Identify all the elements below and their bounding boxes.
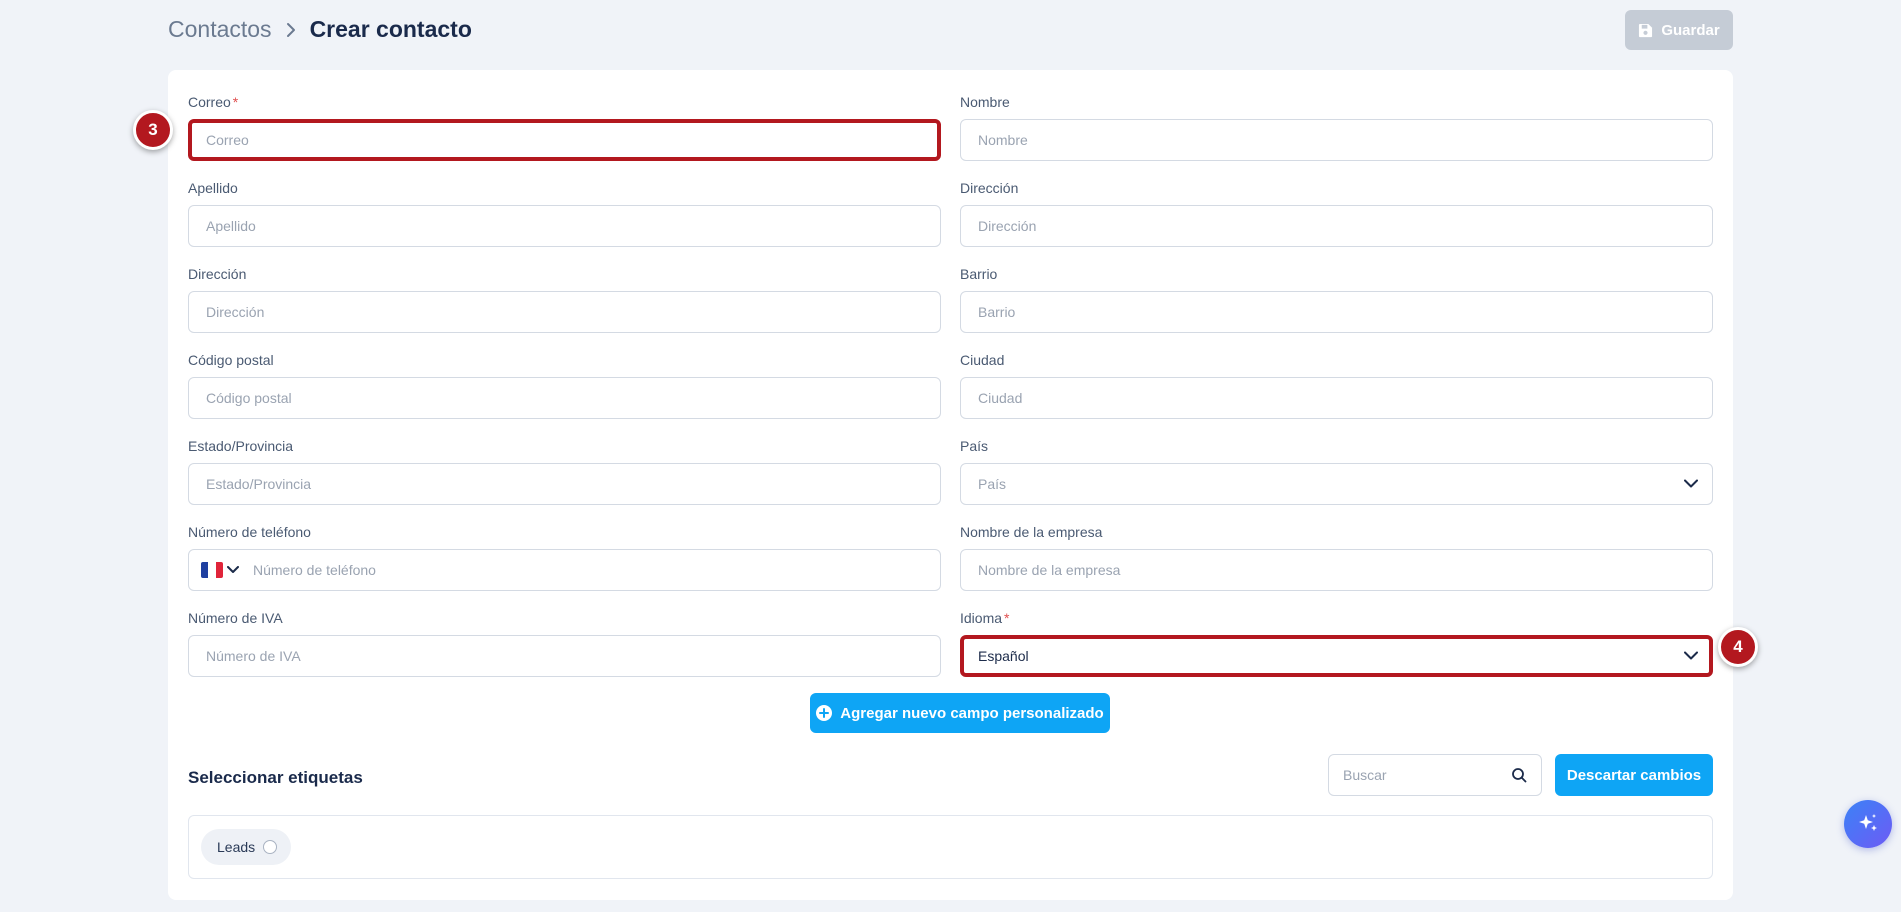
breadcrumb-contactos[interactable]: Contactos: [168, 16, 272, 43]
field-label-telefono: Número de teléfono: [188, 524, 311, 540]
field-label-barrio: Barrio: [960, 266, 998, 282]
field-label-direccion-2: Dirección: [960, 180, 1019, 196]
france-flag-icon[interactable]: [201, 562, 223, 578]
tag-chip-leads[interactable]: Leads: [201, 829, 292, 865]
field-telefono: Número de teléfono Número de teléfono: [188, 523, 941, 591]
field-label-direccion: Dirección: [188, 266, 247, 282]
city-input[interactable]: Ciudad: [960, 377, 1713, 419]
field-label-empresa: Nombre de la empresa: [960, 524, 1103, 540]
page-header: Contactos Crear contacto Guardar: [168, 10, 1733, 50]
state-placeholder: Estado/Provincia: [206, 476, 312, 492]
field-label-codigo-postal: Código postal: [188, 352, 274, 368]
language-value: Español: [978, 648, 1029, 664]
postal-code-input[interactable]: Código postal: [188, 377, 941, 419]
tag-label: Leads: [217, 839, 256, 855]
field-direccion: Dirección Dirección: [188, 265, 941, 333]
city-placeholder: Ciudad: [978, 390, 1023, 406]
add-custom-field-label: Agregar nuevo campo personalizado: [840, 704, 1104, 722]
field-barrio: Barrio Barrio: [960, 265, 1713, 333]
first-name-placeholder: Nombre: [978, 132, 1028, 148]
field-idioma: Idioma * Español: [960, 609, 1713, 677]
company-input[interactable]: Nombre de la empresa: [960, 549, 1713, 591]
step-badge-3: 3: [133, 110, 173, 150]
tag-search-input[interactable]: Buscar: [1328, 754, 1542, 796]
breadcrumb: Contactos Crear contacto: [168, 16, 472, 43]
step-badge-4: 4: [1718, 627, 1758, 667]
contact-form-card: Correo * Correo 3 Nombre Nombre Apellido …: [133, 70, 1758, 900]
field-label-pais: País: [960, 438, 989, 454]
neighborhood-placeholder: Barrio: [978, 304, 1016, 320]
field-codigo-postal: Código postal Código postal: [188, 351, 941, 419]
neighborhood-input[interactable]: Barrio: [960, 291, 1713, 333]
postal-code-placeholder: Código postal: [206, 390, 292, 406]
field-estado: Estado/Provincia Estado/Provincia: [188, 437, 941, 505]
tags-list: Leads: [188, 815, 1713, 879]
tags-section-title: Seleccionar etiquetas: [188, 768, 363, 787]
address-2-placeholder: Dirección: [978, 218, 1037, 234]
last-name-input[interactable]: Apellido: [188, 205, 941, 247]
field-label-iva: Número de IVA: [188, 610, 283, 626]
field-ciudad: Ciudad Ciudad: [960, 351, 1713, 419]
field-label-correo: Correo: [188, 94, 231, 110]
search-icon[interactable]: [1511, 767, 1527, 783]
chevron-down-icon: [1684, 651, 1698, 661]
last-name-placeholder: Apellido: [206, 218, 256, 234]
state-input[interactable]: Estado/Provincia: [188, 463, 941, 505]
field-label-apellido: Apellido: [188, 180, 238, 196]
chevron-right-icon: [284, 21, 298, 39]
language-select[interactable]: Español: [960, 635, 1713, 677]
field-iva: Número de IVA Número de IVA: [188, 609, 941, 677]
discard-changes-button[interactable]: Descartar cambios: [1555, 754, 1713, 796]
tag-radio[interactable]: [263, 840, 278, 854]
email-placeholder: Correo: [206, 132, 249, 148]
sparkles-icon: [1856, 812, 1880, 836]
phone-input[interactable]: Número de teléfono: [188, 549, 941, 591]
vat-placeholder: Número de IVA: [206, 648, 301, 664]
tag-search-placeholder: Buscar: [1343, 767, 1387, 783]
ai-assistant-button[interactable]: [1844, 800, 1892, 848]
company-placeholder: Nombre de la empresa: [978, 562, 1121, 578]
address-2-input[interactable]: Dirección: [960, 205, 1713, 247]
field-empresa: Nombre de la empresa Nombre de la empres…: [960, 523, 1713, 591]
field-nombre: Nombre Nombre: [960, 93, 1713, 161]
chevron-down-icon: [1684, 479, 1698, 489]
country-select[interactable]: País: [960, 463, 1713, 505]
phone-placeholder: Número de teléfono: [253, 562, 376, 578]
field-pais: País País: [960, 437, 1713, 505]
vat-input[interactable]: Número de IVA: [188, 635, 941, 677]
required-mark: *: [232, 94, 239, 110]
field-label-estado: Estado/Provincia: [188, 438, 294, 454]
email-input[interactable]: Correo: [188, 119, 941, 161]
address-placeholder: Dirección: [206, 304, 265, 320]
save-button-label: Guardar: [1661, 21, 1720, 39]
required-mark: *: [1004, 610, 1010, 626]
add-custom-field-button[interactable]: Agregar nuevo campo personalizado: [810, 693, 1110, 733]
country-placeholder: País: [978, 476, 1007, 492]
field-label-nombre: Nombre: [960, 94, 1010, 110]
field-label-idioma: Idioma: [960, 610, 1003, 626]
chevron-down-icon[interactable]: [227, 566, 239, 574]
floppy-disk-icon: [1638, 23, 1653, 38]
first-name-input[interactable]: Nombre: [960, 119, 1713, 161]
field-correo: Correo * Correo: [188, 93, 941, 161]
plus-circle-icon: [816, 705, 833, 721]
field-apellido: Apellido Apellido: [188, 179, 941, 247]
field-label-ciudad: Ciudad: [960, 352, 1005, 368]
field-direccion-2: Dirección Dirección: [960, 179, 1713, 247]
address-input[interactable]: Dirección: [188, 291, 941, 333]
page-title: Crear contacto: [309, 16, 472, 42]
save-button[interactable]: Guardar: [1625, 10, 1733, 50]
